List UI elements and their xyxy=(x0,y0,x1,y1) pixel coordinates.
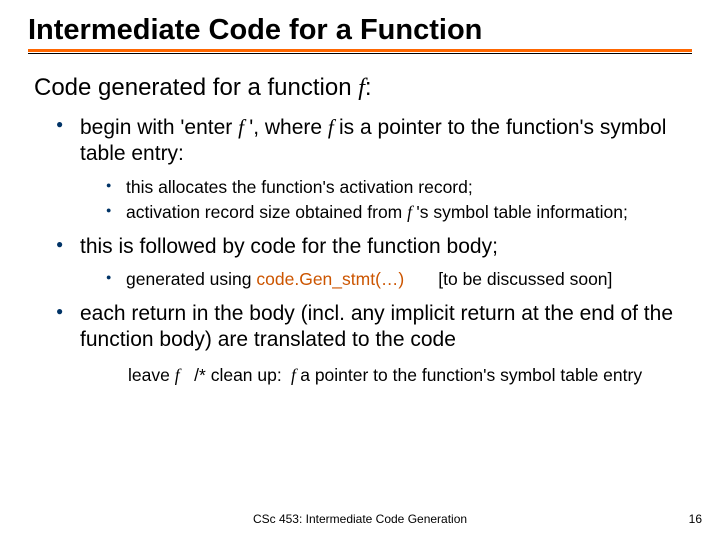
bullet-1-sub-2: activation record size obtained from f '… xyxy=(106,201,692,224)
b1-p2: ', where xyxy=(249,116,328,139)
tail-p2: /* clean up: xyxy=(180,365,287,385)
tail-p3: a pointer to the function's symbol table… xyxy=(300,365,642,385)
intro-var: f xyxy=(358,75,365,101)
bullet-1-sub-1: this allocates the function's activation… xyxy=(106,176,692,199)
tail-p1: leave xyxy=(128,365,175,385)
slide-title: Intermediate Code for a Function xyxy=(28,14,692,47)
b1-var: f xyxy=(238,115,249,139)
b1-var2: f xyxy=(328,115,339,139)
bullet-2-sublist: generated using code.Gen_stmt(…) [to be … xyxy=(80,268,692,291)
rule-orange xyxy=(28,49,692,52)
b2-text: this is followed by code for the functio… xyxy=(80,235,498,258)
b2s1-p1: generated using xyxy=(126,269,256,289)
bullet-1-sublist: this allocates the function's activation… xyxy=(80,176,692,225)
b2s1-code: code.Gen_stmt(…) xyxy=(256,269,404,289)
tail-line: leave f /* clean up: f a pointer to the … xyxy=(28,364,692,387)
intro-line: Code generated for a function f: xyxy=(28,74,692,102)
bullet-1: begin with 'enter f ', where f is a poin… xyxy=(56,114,692,224)
footer: CSc 453: Intermediate Code Generation 16 xyxy=(0,512,720,526)
footer-page-number: 16 xyxy=(689,512,702,526)
b1s2-p1: activation record size obtained from xyxy=(126,202,407,222)
bullet-2: this is followed by code for the functio… xyxy=(56,234,692,291)
intro-suffix: : xyxy=(365,74,372,101)
footer-center: CSc 453: Intermediate Code Generation xyxy=(0,512,720,526)
rule-black xyxy=(28,53,692,54)
bullet-3: each return in the body (incl. any impli… xyxy=(56,301,692,354)
bullet-2-sub-1: generated using code.Gen_stmt(…) [to be … xyxy=(106,268,692,291)
b1-p1: begin with 'enter xyxy=(80,116,238,139)
tail-var2: f xyxy=(287,365,301,385)
intro-prefix: Code generated for a function xyxy=(34,74,358,101)
b1s2-p2: 's symbol table information; xyxy=(416,202,628,222)
b2s1-p2: [to be discussed soon] xyxy=(404,269,612,289)
b1s2-var: f xyxy=(407,202,416,222)
bullet-list: begin with 'enter f ', where f is a poin… xyxy=(28,114,692,354)
